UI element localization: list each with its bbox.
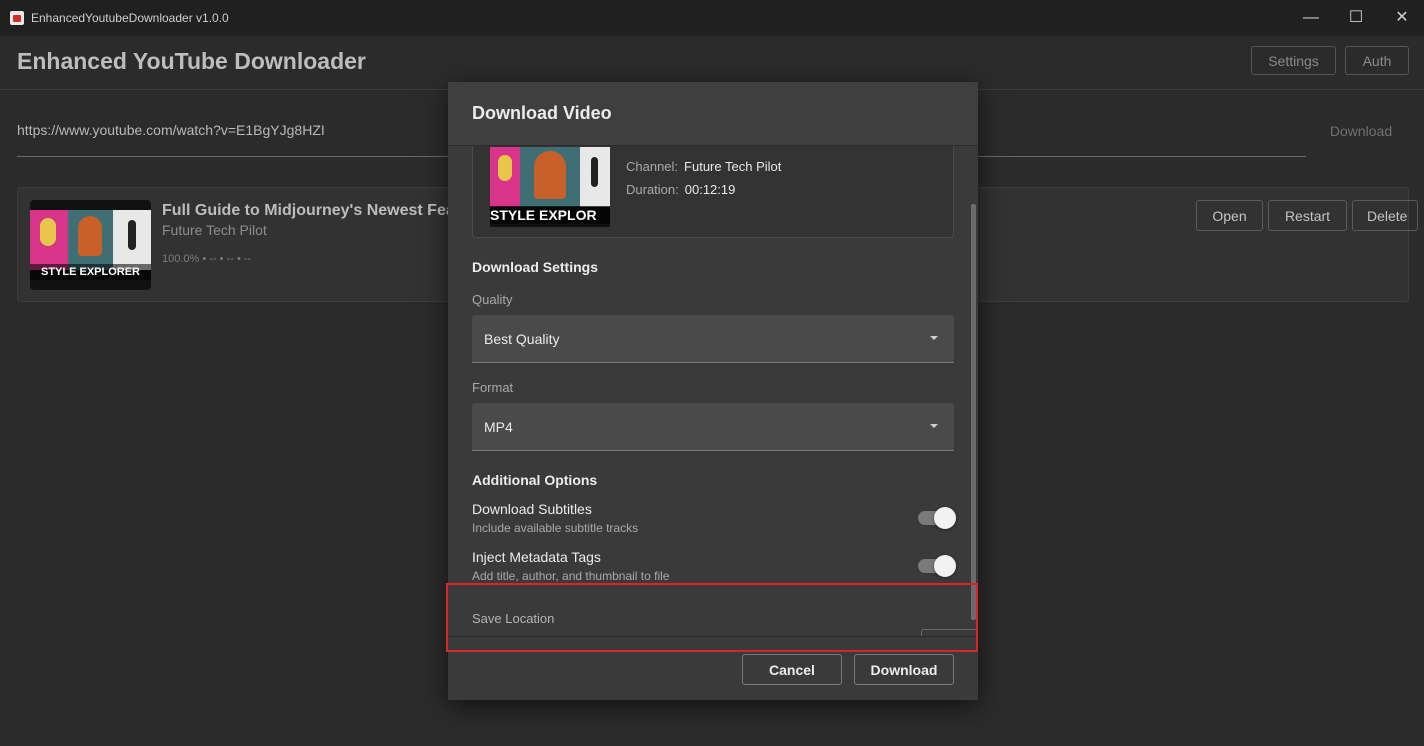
metadata-option-desc: Add title, author, and thumbnail to file [472,569,670,583]
save-location-label: Save Location [472,611,555,626]
format-value: MP4 [484,419,513,435]
minimize-button[interactable]: — [1296,6,1326,30]
format-select[interactable]: MP4 [472,403,954,451]
quality-label: Quality [472,292,513,307]
download-settings-heading: Download Settings [472,259,598,275]
duration-value: 00:12:19 [684,182,736,197]
subtitles-option-desc: Include available subtitle tracks [472,521,639,535]
cancel-button[interactable]: Cancel [742,654,842,685]
window-title: EnhancedYoutubeDownloader v1.0.0 [31,11,229,25]
browse-button[interactable] [921,629,978,636]
channel-key: Channel: [626,159,679,174]
thumbnail-text: STYLE EXPLOR [490,206,610,224]
url-input[interactable]: https://www.youtube.com/watch?v=E1BgYJg8… [17,122,325,138]
dialog-header: Download Video [448,82,978,146]
chevron-down-icon [930,336,938,340]
duration-row: Duration: 00:12:19 [626,182,735,197]
metadata-option-title: Inject Metadata Tags [472,549,601,565]
channel-value: Future Tech Pilot [684,159,782,174]
app-icon [10,11,24,25]
dialog-scrollbar[interactable] [971,204,976,620]
download-dialog: Download Video STYLE EXPLOR Channel: Futu… [448,82,978,700]
quality-select[interactable]: Best Quality [472,315,954,363]
dialog-body: STYLE EXPLOR Channel: Future Tech Pilot D… [448,146,978,636]
open-button[interactable]: Open [1196,200,1263,231]
dialog-title: Download Video [472,103,612,123]
metadata-toggle[interactable] [918,555,956,577]
item-title: Full Guide to Midjourney's Newest Featu [162,202,470,219]
channel-row: Channel: Future Tech Pilot [626,159,781,174]
maximize-button[interactable]: ☐ [1341,6,1371,30]
subtitles-toggle[interactable] [918,507,956,529]
app-title: Enhanced YouTube Downloader [17,48,366,74]
additional-options-heading: Additional Options [472,472,598,488]
video-thumbnail: STYLE EXPLOR [490,147,610,227]
quality-value: Best Quality [484,331,560,347]
subtitles-option-title: Download Subtitles [472,501,592,517]
close-button[interactable]: ✕ [1387,6,1417,30]
auth-button[interactable]: Auth [1345,46,1409,75]
delete-button[interactable]: Delete [1352,200,1418,231]
dialog-footer: Cancel Download [448,636,978,700]
video-thumbnail: STYLE EXPLORER [30,200,151,290]
title-bar: EnhancedYoutubeDownloader v1.0.0 — ☐ ✕ [0,0,1424,36]
format-label: Format [472,380,514,395]
item-channel: Future Tech Pilot [162,222,267,238]
download-button[interactable]: Download [854,654,954,685]
duration-key: Duration: [626,182,679,197]
url-download-button[interactable]: Download [1312,121,1410,141]
chevron-down-icon [930,424,938,428]
thumbnail-text: STYLE EXPLORER [30,264,151,280]
settings-button[interactable]: Settings [1251,46,1336,75]
video-info-card: STYLE EXPLOR Channel: Future Tech Pilot D… [472,146,954,238]
restart-button[interactable]: Restart [1268,200,1347,231]
item-progress: 100.0% • -- • -- • -- [162,253,252,265]
